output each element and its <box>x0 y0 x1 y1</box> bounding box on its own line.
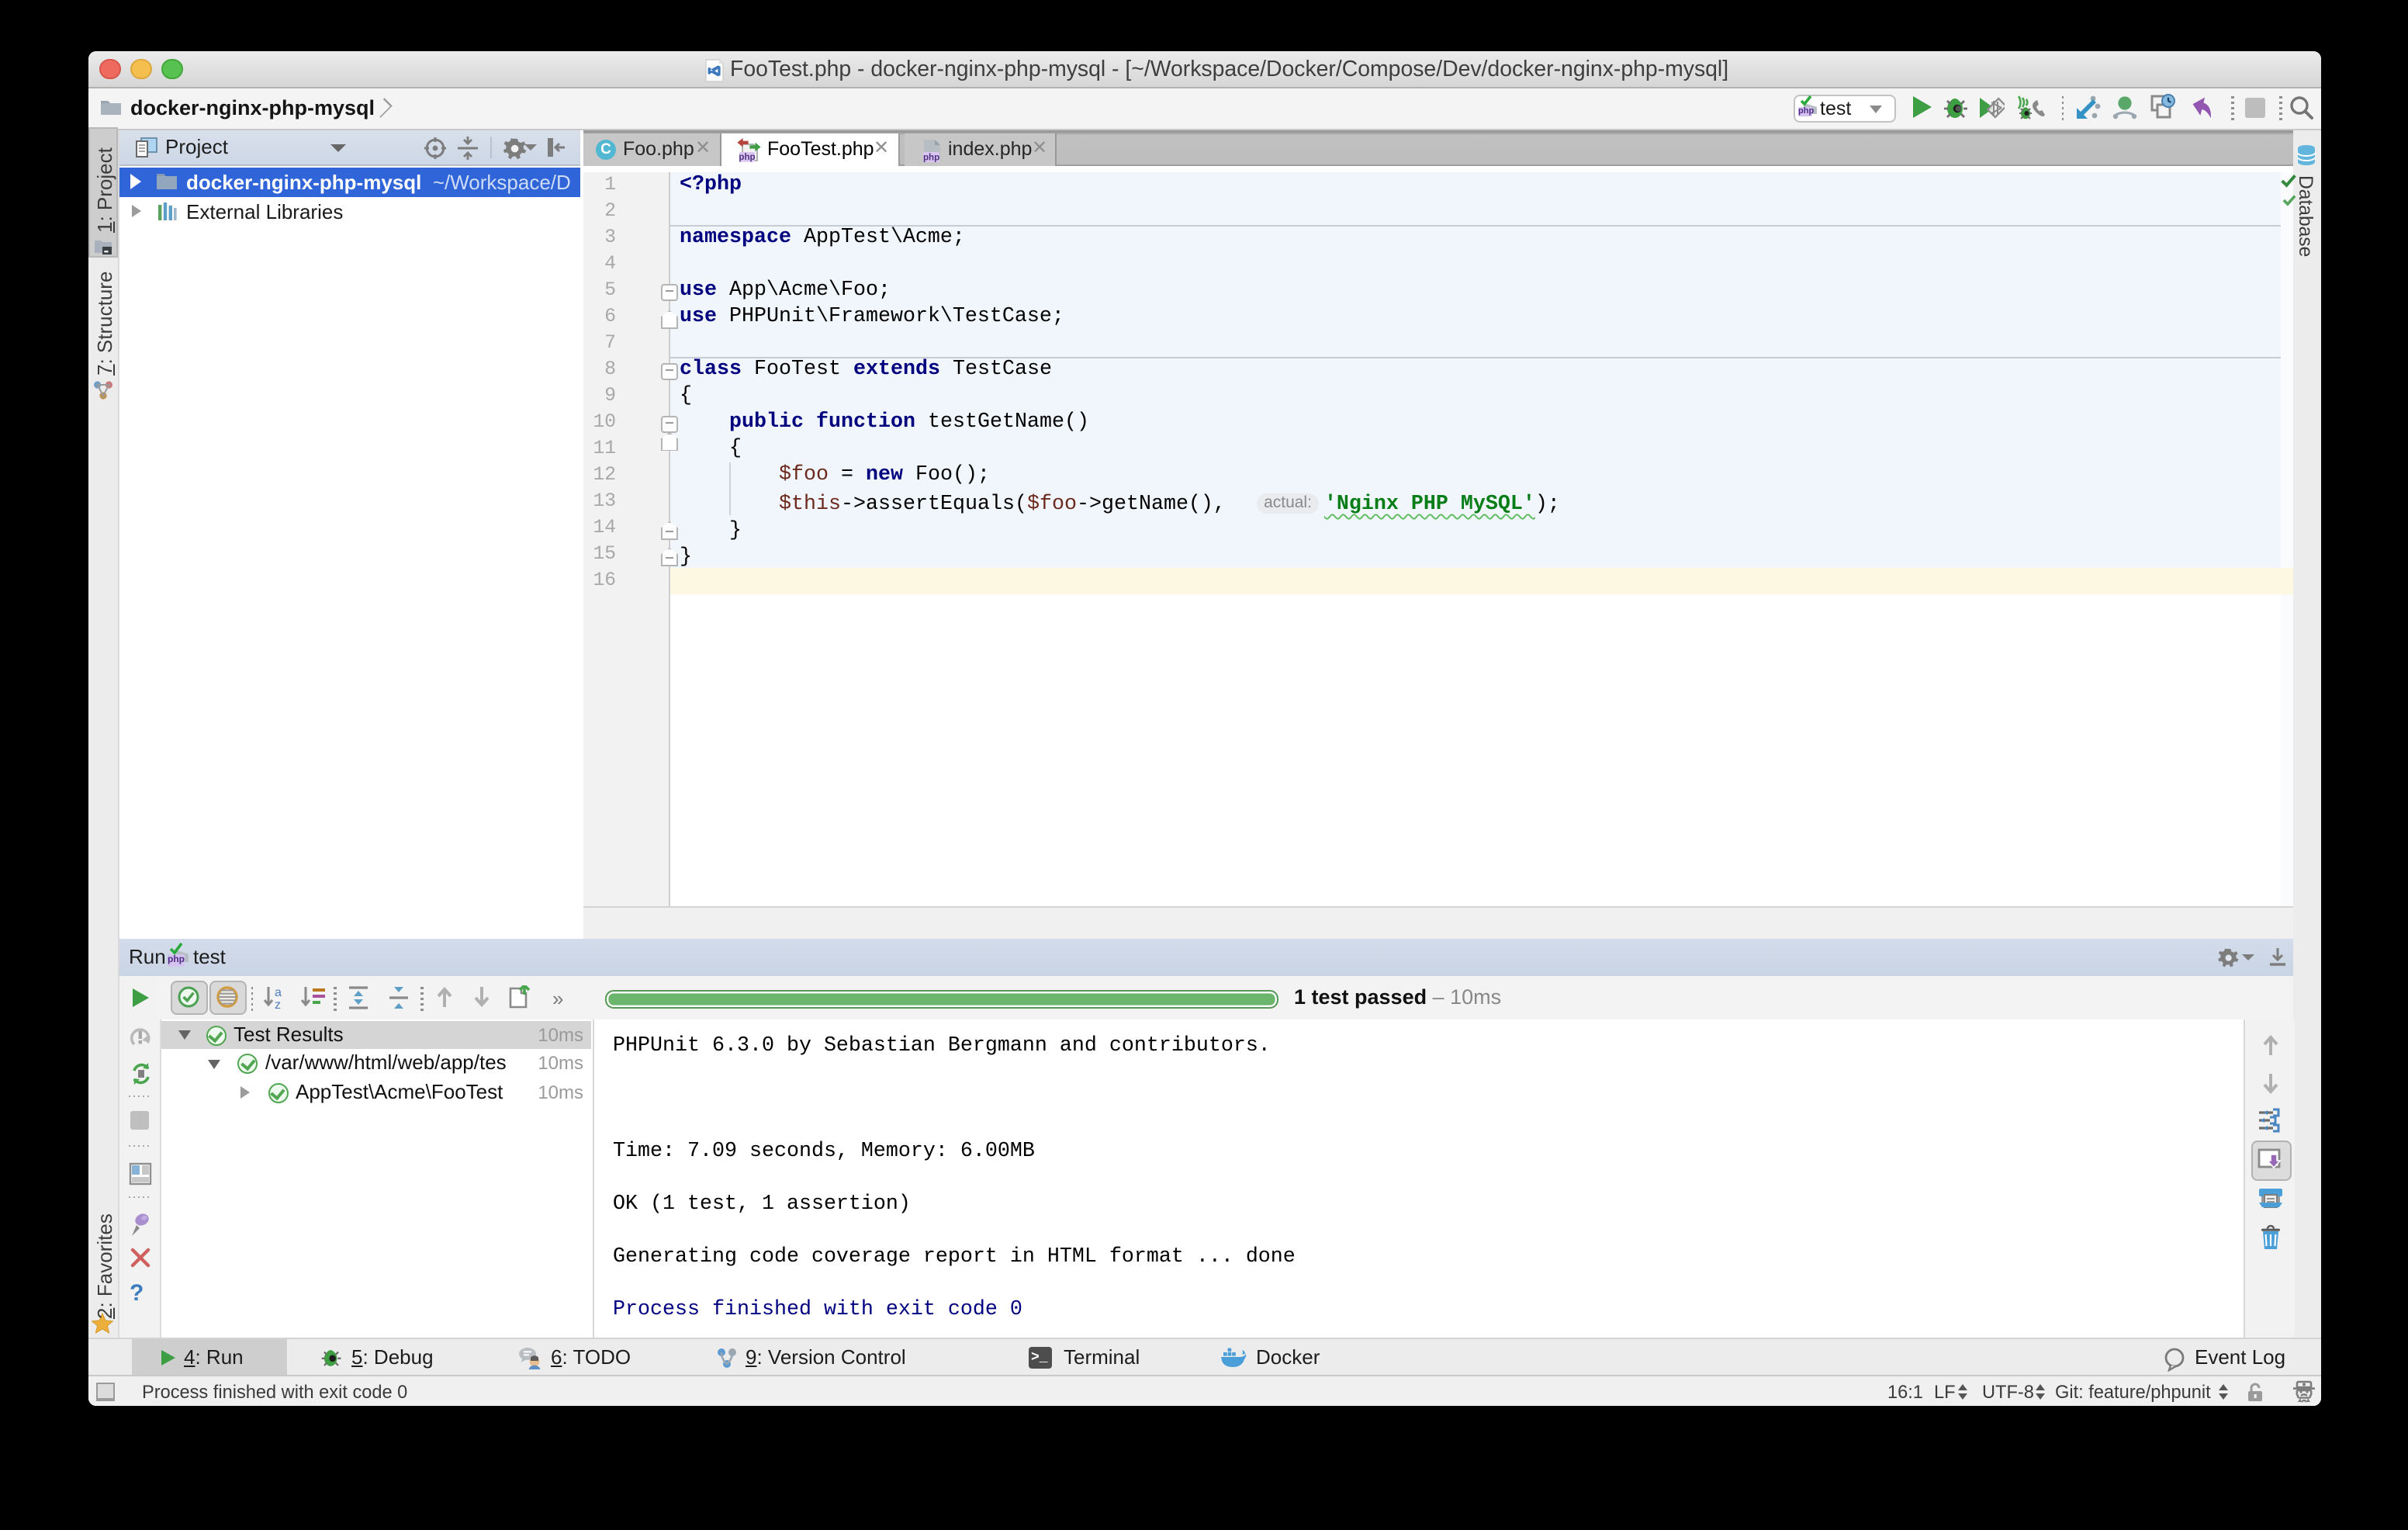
svg-text:php: php <box>923 151 939 161</box>
svg-text:a: a <box>275 986 282 999</box>
svg-text:z: z <box>275 999 281 1010</box>
svg-text:php: php <box>739 151 755 161</box>
